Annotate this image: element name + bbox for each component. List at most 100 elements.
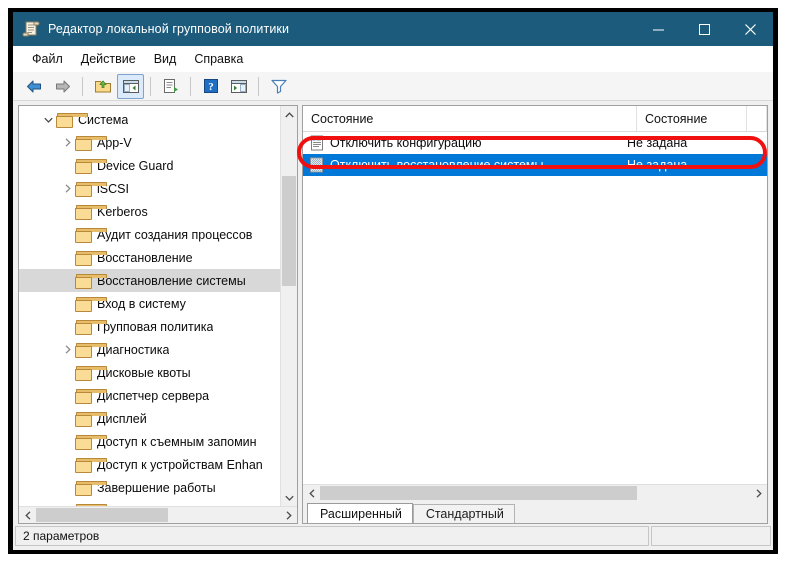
tree-item[interactable]: Device Guard bbox=[19, 154, 281, 177]
status-text: 2 параметров bbox=[15, 526, 649, 546]
tree-item[interactable]: Завершение работы bbox=[19, 476, 281, 499]
tree-item[interactable]: Восстановление bbox=[19, 246, 281, 269]
tree-item-label: Восстановление bbox=[97, 250, 193, 265]
column-header-state[interactable]: Состояние bbox=[637, 106, 747, 131]
screenshot-root: Редактор локальной групповой политики Фа… bbox=[0, 0, 786, 562]
tree-item[interactable]: Защита DMA ядра bbox=[19, 499, 281, 506]
folder-icon bbox=[75, 273, 107, 289]
folder-icon bbox=[75, 319, 107, 335]
status-extra bbox=[651, 526, 771, 546]
folder-icon bbox=[75, 342, 107, 358]
tree-scroll-down-button[interactable] bbox=[281, 489, 297, 506]
tree-item-label: Device Guard bbox=[97, 158, 174, 173]
list-hscroll-thumb[interactable] bbox=[320, 486, 637, 500]
tree-item[interactable]: Диагностика bbox=[19, 338, 281, 361]
policy-name: Отключить конфигурацию bbox=[330, 136, 482, 150]
list-scroll-left-button[interactable] bbox=[303, 485, 320, 501]
maximize-button[interactable] bbox=[681, 12, 727, 46]
tree-scroll-area: Система App-V Device Guard iSCSI Kerberos Ауд… bbox=[19, 106, 297, 506]
toolbar-separator bbox=[150, 76, 151, 96]
tree-item[interactable]: App-V bbox=[19, 131, 281, 154]
menu-item-view[interactable]: Вид bbox=[145, 49, 186, 69]
folder-icon bbox=[75, 365, 107, 381]
minimize-button[interactable] bbox=[635, 12, 681, 46]
list-scroll-right-button[interactable] bbox=[750, 485, 767, 501]
tree-vertical-scrollbar[interactable] bbox=[280, 106, 297, 506]
help-icon[interactable]: ? bbox=[197, 74, 224, 99]
tree-scroll-left-button[interactable] bbox=[19, 507, 36, 523]
view-tab[interactable]: Расширенный bbox=[307, 503, 413, 523]
tree-indent-spacer bbox=[60, 319, 75, 335]
folder-icon bbox=[75, 480, 107, 496]
action-pane-icon[interactable] bbox=[225, 74, 252, 99]
tree-item[interactable]: Доступ к съемным запомин bbox=[19, 430, 281, 453]
tree-indent-spacer bbox=[60, 411, 75, 427]
menu-item-action[interactable]: Действие bbox=[72, 49, 145, 69]
main-content: Система App-V Device Guard iSCSI Kerberos Ауд… bbox=[13, 101, 773, 524]
tree-indent-spacer bbox=[60, 480, 75, 496]
tree-item[interactable]: Доступ к устройствам Enhan bbox=[19, 453, 281, 476]
tree-item[interactable]: Диспетчер сервера bbox=[19, 384, 281, 407]
tree-indent-spacer bbox=[60, 365, 75, 381]
policy-tree-pane: Система App-V Device Guard iSCSI Kerberos Ауд… bbox=[18, 105, 298, 524]
column-header-setting[interactable]: Состояние bbox=[303, 106, 637, 131]
status-bar: 2 параметров bbox=[13, 524, 773, 550]
menu-item-help[interactable]: Справка bbox=[185, 49, 252, 69]
window-controls bbox=[635, 12, 773, 46]
chevron-right-icon[interactable] bbox=[60, 135, 75, 151]
tree-item[interactable]: Восстановление системы bbox=[19, 269, 281, 292]
policy-document-icon bbox=[309, 135, 325, 151]
tree-horizontal-scrollbar[interactable] bbox=[19, 506, 297, 523]
tree-item-label: Диагностика bbox=[97, 342, 170, 357]
chevron-down-icon[interactable] bbox=[41, 112, 56, 128]
up-folder-icon[interactable] bbox=[89, 74, 116, 99]
tree-indent-spacer bbox=[60, 457, 75, 473]
tree-item[interactable]: Дисплей bbox=[19, 407, 281, 430]
policy-state: Не задана bbox=[627, 158, 688, 172]
tree-item[interactable]: Дисковые квоты bbox=[19, 361, 281, 384]
filter-icon[interactable] bbox=[265, 74, 292, 99]
column-header-spacer[interactable] bbox=[747, 106, 767, 131]
list-horizontal-scrollbar[interactable] bbox=[303, 484, 767, 501]
policy-list-row[interactable]: Отключить восстановление системы Не задан… bbox=[303, 154, 767, 176]
tree-scroll-right-button[interactable] bbox=[280, 507, 297, 523]
back-arrow-icon[interactable] bbox=[21, 74, 48, 99]
show-hide-tree-icon[interactable] bbox=[117, 73, 144, 99]
tree-item-label: Восстановление системы bbox=[97, 273, 246, 288]
chevron-right-icon[interactable] bbox=[60, 342, 75, 358]
tree-item[interactable]: Kerberos bbox=[19, 200, 281, 223]
title-bar: Редактор локальной групповой политики bbox=[13, 12, 773, 46]
tree-item-label: Аудит создания процессов bbox=[97, 227, 253, 242]
tree-item[interactable]: Аудит создания процессов bbox=[19, 223, 281, 246]
toolbar: ? bbox=[13, 72, 773, 101]
tree-item-label: Диспетчер сервера bbox=[97, 388, 210, 403]
tree-indent-spacer bbox=[60, 296, 75, 312]
tree-item[interactable]: Система bbox=[19, 108, 281, 131]
tree-indent-spacer bbox=[60, 158, 75, 174]
window-title: Редактор локальной групповой политики bbox=[48, 22, 290, 36]
tree-indent-spacer bbox=[60, 204, 75, 220]
forward-arrow-icon[interactable] bbox=[49, 74, 76, 99]
group-policy-editor-window: Редактор локальной групповой политики Фа… bbox=[13, 12, 773, 550]
folder-icon bbox=[75, 411, 107, 427]
tree-indent-spacer bbox=[60, 227, 75, 243]
tree-item[interactable]: Групповая политика bbox=[19, 315, 281, 338]
menu-bar: Файл Действие Вид Справка bbox=[13, 46, 773, 72]
chevron-right-icon[interactable] bbox=[60, 181, 75, 197]
menu-item-file[interactable]: Файл bbox=[23, 49, 72, 69]
tree-indent-spacer bbox=[60, 388, 75, 404]
tree-indent-spacer bbox=[60, 250, 75, 266]
tree-item[interactable]: Вход в систему bbox=[19, 292, 281, 315]
view-tab[interactable]: Стандартный bbox=[412, 504, 515, 523]
close-button[interactable] bbox=[727, 12, 773, 46]
tree-scroll-thumb[interactable] bbox=[282, 176, 296, 286]
tree-scroll-up-button[interactable] bbox=[281, 106, 297, 123]
tree-hscroll-thumb[interactable] bbox=[36, 508, 168, 522]
folder-icon bbox=[75, 227, 107, 243]
toolbar-separator bbox=[258, 76, 259, 96]
properties-icon[interactable] bbox=[157, 74, 184, 99]
toolbar-separator bbox=[82, 76, 83, 96]
tree-item-label: Доступ к устройствам Enhan bbox=[97, 457, 263, 472]
policy-list-row[interactable]: Отключить конфигурацию Не задана bbox=[303, 132, 767, 154]
tree-item[interactable]: iSCSI bbox=[19, 177, 281, 200]
